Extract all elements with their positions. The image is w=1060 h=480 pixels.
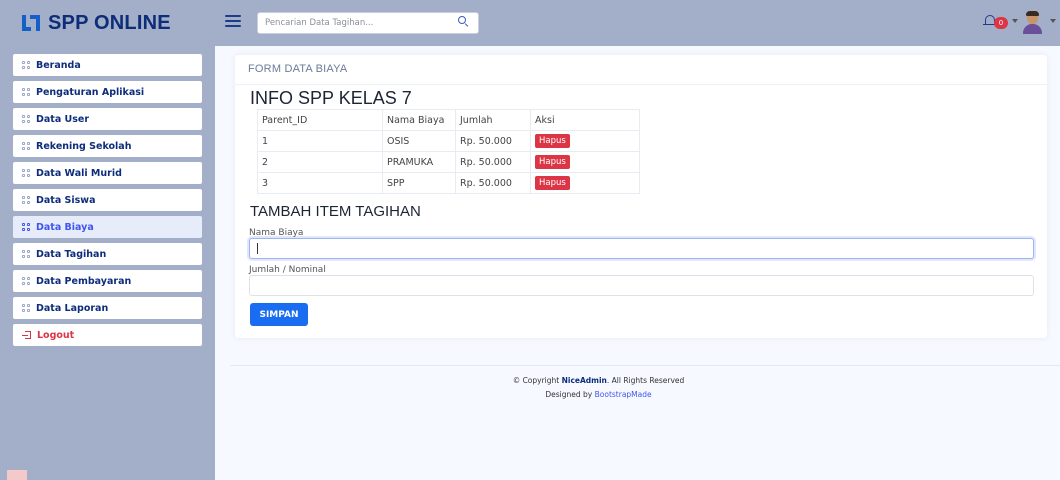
top-header: SPP ONLINE 0 — [0, 0, 1060, 46]
sidebar-item-data-wali-murid[interactable]: Data Wali Murid — [13, 162, 202, 184]
bootstrapmade-link[interactable]: BootstrapMade — [595, 390, 652, 399]
grid-icon — [22, 223, 30, 231]
sidebar: Beranda Pengaturan Aplikasi Data User Re… — [0, 46, 215, 480]
cell-nama-biaya: PRAMUKA — [382, 151, 456, 173]
footer-brand: NiceAdmin — [561, 376, 607, 385]
cell-aksi: Hapus — [530, 172, 640, 194]
table-row: 3 SPP Rp. 50.000 Hapus — [257, 172, 640, 194]
cell-nama-biaya: SPP — [382, 172, 456, 194]
column-header: Jumlah — [455, 109, 531, 131]
biaya-table: Parent_ID Nama Biaya Jumlah Aksi 1 OSIS … — [257, 109, 640, 194]
grid-icon — [22, 277, 30, 285]
hapus-button[interactable]: Hapus — [535, 155, 570, 169]
sidebar-item-label: Logout — [37, 329, 75, 341]
sidebar-item-label: Data Biaya — [36, 221, 94, 233]
sidebar-item-label: Pengaturan Aplikasi — [36, 86, 145, 98]
simpan-button[interactable]: SIMPAN — [250, 303, 308, 326]
app-logo[interactable]: SPP ONLINE — [20, 9, 171, 37]
hapus-button[interactable]: Hapus — [535, 134, 570, 148]
footer-credits: Designed by BootstrapMade — [230, 390, 967, 399]
sidebar-item-label: Data Pembayaran — [36, 275, 132, 287]
cell-nama-biaya: OSIS — [382, 130, 456, 152]
sidebar-item-rekening-sekolah[interactable]: Rekening Sekolah — [13, 135, 202, 157]
hapus-button[interactable]: Hapus — [535, 176, 570, 190]
table-header-row: Parent_ID Nama Biaya Jumlah Aksi — [257, 109, 640, 131]
grid-icon — [22, 88, 30, 96]
divider — [235, 84, 1047, 85]
copyright-suffix: . All Rights Reserved — [606, 376, 685, 385]
sidebar-item-label: Data Wali Murid — [36, 167, 122, 179]
column-header: Nama Biaya — [382, 109, 456, 131]
column-header: Aksi — [530, 109, 640, 131]
cell-parent-id: 3 — [257, 172, 383, 194]
notification-badge: 0 — [994, 17, 1008, 29]
nama-biaya-input[interactable] — [249, 238, 1034, 259]
grid-icon — [22, 169, 30, 177]
sidebar-item-label: Data User — [36, 113, 90, 125]
column-header: Parent_ID — [257, 109, 383, 131]
table-row: 2 PRAMUKA Rp. 50.000 Hapus — [257, 151, 640, 173]
search-input[interactable] — [258, 13, 448, 33]
copyright-prefix: © Copyright — [512, 376, 562, 385]
sidebar-item-logout[interactable]: Logout — [13, 324, 202, 346]
search-form — [257, 12, 479, 34]
sidebar-item-data-pembayaran[interactable]: Data Pembayaran — [13, 270, 202, 292]
logout-icon — [22, 331, 31, 339]
sidebar-item-label: Beranda — [36, 59, 81, 71]
app-title: SPP ONLINE — [48, 11, 171, 34]
sidebar-toggle-icon[interactable] — [225, 13, 241, 29]
sidebar-item-label: Data Siswa — [36, 194, 96, 206]
grid-icon — [22, 250, 30, 258]
sidebar-item-pengaturan-aplikasi[interactable]: Pengaturan Aplikasi — [13, 81, 202, 103]
footer-divider — [230, 365, 1060, 366]
cell-aksi: Hapus — [530, 151, 640, 173]
text-cursor — [257, 243, 258, 254]
grid-icon — [22, 142, 30, 150]
cell-jumlah: Rp. 50.000 — [455, 130, 531, 152]
footer-copyright: © Copyright NiceAdmin. All Rights Reserv… — [230, 376, 967, 385]
nama-biaya-label: Nama Biaya — [249, 228, 304, 238]
cell-parent-id: 1 — [257, 130, 383, 152]
avatar[interactable] — [1021, 10, 1043, 34]
card-title: FORM DATA BIAYA — [248, 63, 348, 75]
chevron-down-icon[interactable] — [1012, 19, 1018, 23]
form-heading: TAMBAH ITEM TAGIHAN — [250, 203, 421, 220]
sidebar-item-data-biaya[interactable]: Data Biaya — [13, 216, 202, 238]
sidebar-item-label: Data Laporan — [36, 302, 109, 314]
grid-icon — [22, 61, 30, 69]
corner-widget-icon[interactable] — [7, 470, 27, 480]
sidebar-item-data-laporan[interactable]: Data Laporan — [13, 297, 202, 319]
designed-prefix: Designed by — [545, 390, 595, 399]
grid-icon — [22, 115, 30, 123]
cell-aksi: Hapus — [530, 130, 640, 152]
form-card: FORM DATA BIAYA INFO SPP KELAS 7 Parent_… — [235, 55, 1047, 338]
info-heading: INFO SPP KELAS 7 — [250, 88, 412, 108]
jumlah-nominal-input[interactable] — [249, 275, 1034, 296]
sidebar-item-data-tagihan[interactable]: Data Tagihan — [13, 243, 202, 265]
sidebar-item-data-user[interactable]: Data User — [13, 108, 202, 130]
sidebar-item-data-siswa[interactable]: Data Siswa — [13, 189, 202, 211]
sidebar-item-label: Data Tagihan — [36, 248, 107, 260]
cell-jumlah: Rp. 50.000 — [455, 151, 531, 173]
logo-icon — [20, 13, 42, 33]
jumlah-nominal-label: Jumlah / Nominal — [249, 265, 326, 275]
search-icon[interactable] — [458, 16, 470, 28]
cell-jumlah: Rp. 50.000 — [455, 172, 531, 194]
grid-icon — [22, 196, 30, 204]
table-row: 1 OSIS Rp. 50.000 Hapus — [257, 130, 640, 152]
sidebar-item-beranda[interactable]: Beranda — [13, 54, 202, 76]
sidebar-item-label: Rekening Sekolah — [36, 140, 132, 152]
grid-icon — [22, 304, 30, 312]
cell-parent-id: 2 — [257, 151, 383, 173]
profile-chevron-down-icon[interactable] — [1050, 19, 1056, 23]
